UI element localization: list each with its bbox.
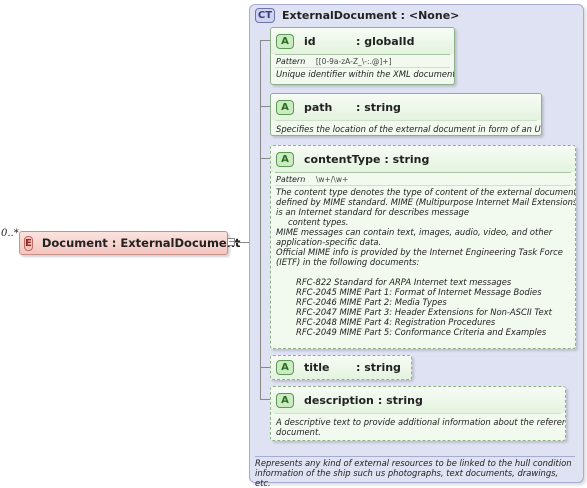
attribute-contenttype[interactable]: A contentType : string Pattern \w+/\w+ T… [270,145,576,349]
attribute-header: A id : globalId [271,28,454,54]
attribute-documentation: The content type denotes the type of con… [275,185,576,339]
attribute-icon: A [276,360,294,375]
pattern-facet: Pattern [[0-9a-zA-Z_\-:.@]+] [271,55,454,67]
doc-line: Unique identifier within the XML documen… [276,69,455,79]
connector-line [260,399,270,400]
attribute-name: id [304,34,316,48]
facet-label: Pattern [276,175,306,184]
attribute-type: : string [356,100,401,114]
element-label: Document : ExternalDocument [41,236,241,250]
doc-line: The content type denotes the type of con… [276,187,576,197]
attribute-documentation: Specifies the location of the external d… [275,120,542,135]
attribute-icon: A [276,151,294,167]
attribute-id[interactable]: A id : globalId Pattern [[0-9a-zA-Z_\-:.… [270,27,455,85]
doc-line: RFC-2046 MIME Part 2: Media Types [296,297,447,307]
complex-type-header[interactable]: CT ExternalDocument : <None> [255,7,459,23]
complex-type-label: ExternalDocument : <None> [282,8,460,22]
doc-line: defined by MIME standard. MIME (Multipur… [276,197,576,207]
attribute-type: : globalId [356,34,415,48]
element-document[interactable]: E Document : ExternalDocument [19,231,240,255]
attribute-header: A description : string [271,387,565,413]
doc-line: is an Internet standard for describes me… [276,207,469,217]
connector-line [260,367,270,368]
doc-line: document. [276,427,321,437]
attribute-icon: A [276,392,294,408]
attribute-name: description [304,393,374,407]
attribute-icon: A [276,99,294,115]
attribute-type: : string [377,393,423,407]
doc-line: Official MIME info is provided by the In… [276,247,563,257]
attribute-name: contentType [304,152,381,166]
connector-line [260,40,270,41]
facet-label: Pattern [276,57,306,66]
attribute-tree-line [260,40,261,370]
attribute-name: title [304,361,330,374]
doc-line: RFC-822 Standard for ARPA Internet text … [296,277,512,287]
attribute-header: A path : string [271,94,541,120]
attribute-documentation: A descriptive text to provide additional… [275,413,566,439]
attribute-tree-line [260,367,261,399]
doc-line [276,267,566,277]
doc-line: Specifies the location of the external d… [276,124,542,134]
attribute-header: A contentType : string [271,146,575,172]
attribute-path[interactable]: A path : string Specifies the location o… [270,93,542,136]
complex-type-icon: CT [255,7,275,23]
doc-line: content types. [288,217,349,227]
element-occurrence: 0..* [1,228,19,239]
doc-line: RFC-2047 MIME Part 3: Header Extensions … [296,307,552,317]
doc-line: Represents any kind of external resource… [255,458,572,468]
complex-type-documentation: Represents any kind of external resource… [255,456,575,488]
attribute-description[interactable]: A description : string A descriptive tex… [270,386,566,441]
pattern-facet: Pattern \w+/\w+ [271,173,575,185]
doc-line: application-specific data. [276,237,382,247]
connector-line [235,242,249,243]
attribute-title[interactable]: A title : string [270,355,412,380]
attribute-icon: A [276,33,294,49]
doc-line: RFC-2049 MIME Part 5: Conformance Criter… [296,327,547,337]
doc-line: A descriptive text to provide additional… [276,417,566,427]
doc-line: RFC-2048 MIME Part 4: Registration Proce… [296,317,496,327]
connector-line [260,158,270,159]
doc-line: MIME messages can contain text, images, … [276,227,553,237]
doc-line: information of the ship such us photogra… [255,468,559,488]
collapse-icon[interactable]: − [227,238,235,246]
facet-value: \w+/\w+ [315,175,349,184]
attribute-header: A title : string [271,356,411,379]
attribute-type: : string [356,361,401,374]
attribute-type: : string [384,152,430,166]
facet-value: [[0-9a-zA-Z_\-:.@]+] [315,57,392,66]
connector-line [260,106,270,107]
doc-line: RFC-2045 MIME Part 1: Format of Internet… [296,287,542,297]
attribute-name: path [304,100,333,114]
element-icon: E [24,235,33,251]
attribute-documentation: Unique identifier within the XML documen… [275,67,455,81]
doc-line: (IETF) in the following documents: [276,257,420,267]
